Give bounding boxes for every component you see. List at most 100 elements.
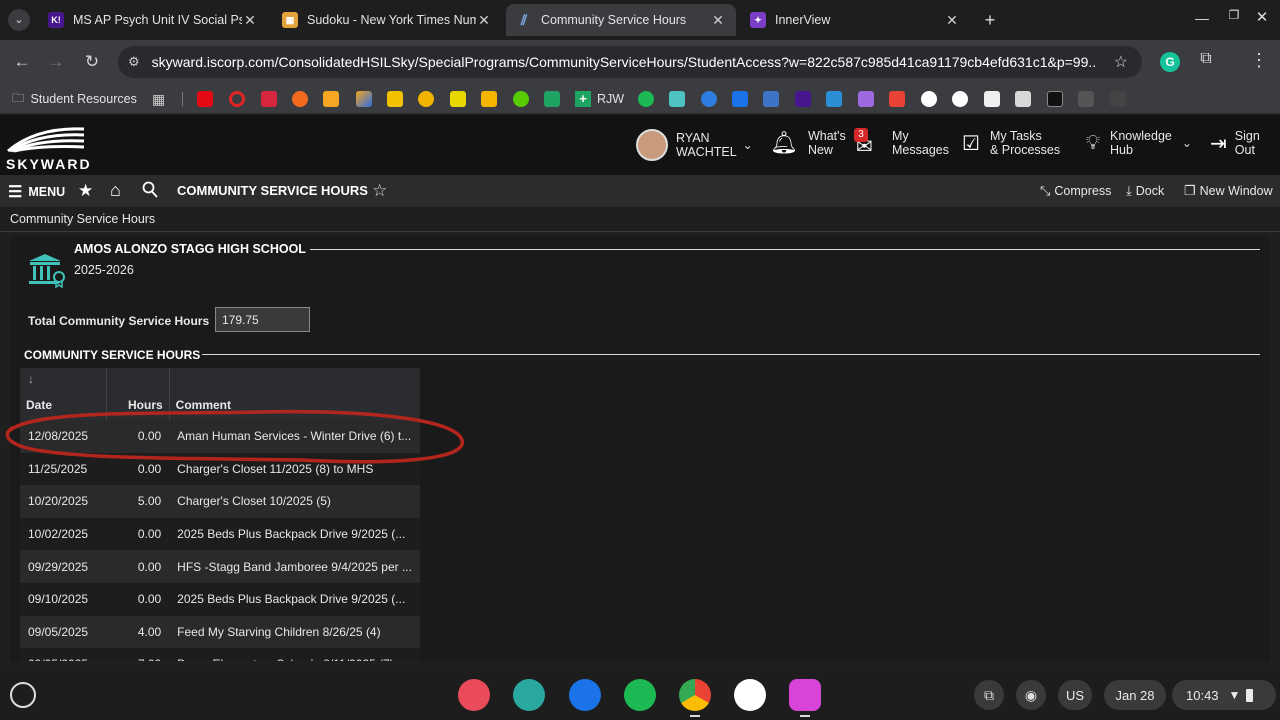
table-row[interactable]: 09/29/2025 0.00 HFS -Stagg Band Jamboree 9…: [20, 550, 420, 583]
close-icon[interactable]: ✕: [710, 12, 726, 29]
whats-new-button[interactable]: 🔔︎ What's New: [770, 129, 846, 157]
new-tab-button[interactable]: +: [980, 8, 1000, 32]
restore-icon[interactable]: ❐: [1226, 8, 1242, 28]
site-settings-icon[interactable]: ⚙: [128, 54, 140, 70]
skyward-logo[interactable]: SKYWARD: [6, 125, 90, 172]
back-icon[interactable]: ←: [10, 50, 34, 74]
vpn-icon[interactable]: ◉: [1016, 680, 1046, 710]
search-icon[interactable]: [142, 181, 158, 198]
bookmark-teal-icon[interactable]: [669, 91, 685, 107]
close-icon[interactable]: ✕: [476, 12, 492, 29]
launcher-icon[interactable]: [10, 682, 36, 708]
compress-button[interactable]: ⤡ Compress: [1040, 183, 1111, 199]
date-tray[interactable]: Jan 28: [1104, 680, 1166, 710]
close-icon[interactable]: ✕: [242, 12, 258, 29]
bookmark-shield-icon[interactable]: [1110, 91, 1126, 107]
ime-indicator[interactable]: US: [1058, 680, 1092, 710]
circle-ring-icon[interactable]: [229, 91, 245, 107]
gmail-icon[interactable]: [889, 91, 905, 107]
favorites-star-icon[interactable]: ★: [78, 181, 93, 201]
favorite-page-star-icon[interactable]: ☆: [372, 181, 387, 201]
bookmark-folder-student-resources[interactable]: 🗀 Student Resources: [12, 90, 137, 108]
cell-comment: Feed My Starving Children 8/26/25 (4): [169, 615, 420, 649]
status-tray[interactable]: 10:43 ▼: [1172, 680, 1276, 710]
menu-button[interactable]: ☰ MENU: [8, 182, 65, 202]
page-title: COMMUNITY SERVICE HOURS: [177, 183, 368, 198]
bookmark-white-icon[interactable]: [984, 91, 1000, 107]
tasks-button[interactable]: ☑ My Tasks & Processes: [962, 129, 1060, 157]
reload-icon[interactable]: ↻: [80, 50, 104, 74]
bookmark-purple-icon[interactable]: [858, 91, 874, 107]
netflix-icon[interactable]: [197, 91, 213, 107]
files-icon[interactable]: [569, 679, 601, 711]
bookmark-red-icon[interactable]: [261, 91, 277, 107]
kahoot-bookmark-icon[interactable]: [795, 91, 811, 107]
bookmark-green-icon[interactable]: [544, 91, 560, 107]
bookmark-star-icon[interactable]: ☆: [1114, 52, 1128, 72]
forward-icon[interactable]: →: [44, 50, 68, 74]
extensions-icon[interactable]: ⧉: [1196, 50, 1216, 72]
knowledge-label-1: Knowledge: [1110, 129, 1172, 143]
home-icon[interactable]: ⌂: [110, 180, 121, 201]
browser-tab-3[interactable]: ✦ InnerView ✕: [740, 4, 970, 36]
bookmark-blue-circle-icon[interactable]: [701, 91, 717, 107]
apps-grid-icon[interactable]: ▦: [152, 91, 168, 107]
sort-arrow-down-icon: ↓: [28, 372, 34, 386]
play-store-icon[interactable]: [734, 679, 766, 711]
bookmark-dark-icon[interactable]: [1047, 91, 1063, 107]
bookmark-grid-icon[interactable]: [1015, 91, 1031, 107]
skyward-bookmark-icon[interactable]: [763, 91, 779, 107]
spotify-icon[interactable]: [638, 91, 654, 107]
user-menu[interactable]: RYAN WACHTEL ⌄: [636, 129, 753, 161]
messages-button[interactable]: ✉ 3 My Messages: [854, 128, 949, 158]
bookmark-gold-icon[interactable]: [418, 91, 434, 107]
bookmark-rjw[interactable]: + RJW: [575, 91, 624, 107]
bookmark-yellow-icon[interactable]: [387, 91, 403, 107]
browser-tab-0[interactable]: K! MS AP Psych Unit IV Social Psy ✕: [38, 4, 268, 36]
school-header-rule: [310, 249, 1260, 250]
table-row[interactable]: 10/02/2025 0.00 2025 Beds Plus Backpack Dr…: [20, 517, 420, 551]
breadcrumb-item[interactable]: Community Service Hours: [10, 212, 155, 226]
browser-toolbar: ← → ↻ ⚙ skyward.iscorp.com/ConsolidatedH…: [0, 40, 1280, 84]
table-row[interactable]: 09/05/2025 4.00 Feed My Starving Children …: [20, 615, 420, 649]
close-icon[interactable]: ✕: [944, 12, 960, 29]
google-icon[interactable]: [921, 91, 937, 107]
grammarly-icon[interactable]: G: [1160, 52, 1180, 72]
new-window-button[interactable]: ❐ New Window: [1184, 183, 1273, 199]
nyt-bookmark-icon[interactable]: [1078, 91, 1094, 107]
chrome-icon[interactable]: [679, 679, 711, 711]
knowledge-hub-button[interactable]: 💡︎ Knowledge Hub ⌄: [1086, 129, 1192, 157]
bookmark-blue-orange-icon[interactable]: [356, 91, 372, 107]
tote-icon[interactable]: ⧉: [974, 680, 1004, 710]
section-title: COMMUNITY SERVICE HOURS: [24, 348, 201, 362]
minimize-icon[interactable]: —: [1194, 10, 1210, 30]
spotify-app-icon[interactable]: [624, 679, 656, 711]
duolingo-icon[interactable]: [513, 91, 529, 107]
address-bar[interactable]: ⚙ skyward.iscorp.com/ConsolidatedHSILSky…: [118, 46, 1142, 78]
bookmark-blue-icon[interactable]: [732, 91, 748, 107]
close-window-icon[interactable]: ✕: [1254, 8, 1270, 28]
tab-search-button[interactable]: ⌄: [8, 9, 30, 31]
bookmarks-bar: 🗀 Student Resources ▦ + RJW: [0, 84, 1280, 114]
checklist-icon: ☑: [962, 132, 980, 155]
sign-out-button[interactable]: ⇥ Sign Out: [1210, 129, 1260, 157]
dock-button[interactable]: ⤓ Dock: [1126, 183, 1164, 199]
canvas-paint-icon[interactable]: [458, 679, 490, 711]
message-count-badge: 3: [854, 128, 868, 142]
classroom-app-icon[interactable]: [513, 679, 545, 711]
browser-menu-icon[interactable]: ⋮: [1250, 50, 1268, 72]
bookmark-orange-icon[interactable]: [323, 91, 339, 107]
school-building-icon: [26, 252, 68, 289]
pinterest-like-icon[interactable]: [292, 91, 308, 107]
bookmark-bird-icon[interactable]: [826, 91, 842, 107]
browser-tab-2[interactable]: ⫽ Community Service Hours ✕: [506, 4, 736, 36]
bookmark-yellow-box-icon[interactable]: [450, 91, 466, 107]
google-icon-2[interactable]: [952, 91, 968, 107]
table-row[interactable]: 10/20/2025 5.00 Charger's Closet 10/2025 (…: [20, 485, 420, 518]
gallery-app-icon[interactable]: [789, 679, 821, 711]
messages-label-1: My: [892, 129, 909, 143]
google-classroom-icon[interactable]: [481, 91, 497, 107]
table-row[interactable]: 09/05/20257.00Dever Elementary School ..…: [20, 648, 420, 661]
browser-tab-1[interactable]: ▦ Sudoku - New York Times Num ✕: [272, 4, 502, 36]
table-row[interactable]: 09/10/2025 0.00 2025 Beds Plus Backpack Dr…: [20, 582, 420, 616]
